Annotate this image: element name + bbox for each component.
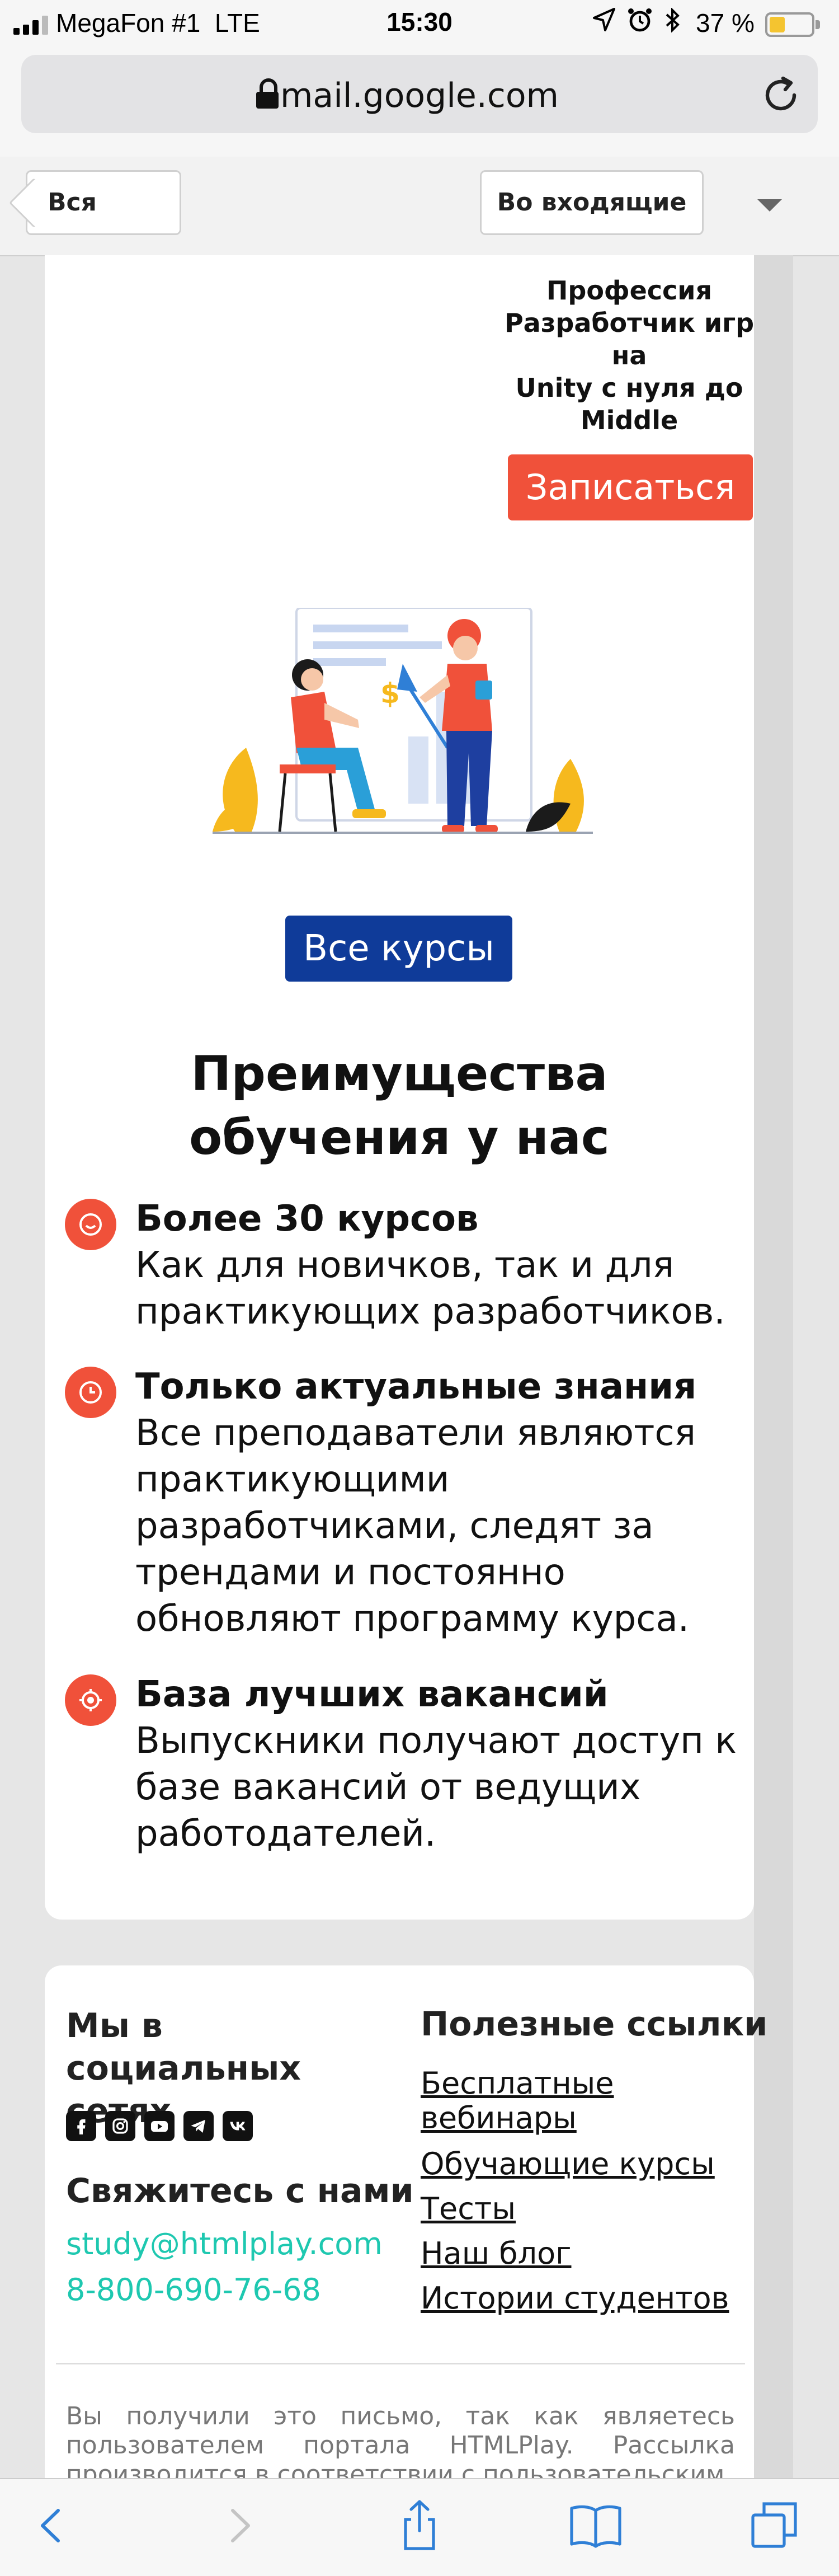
email-scroll-gutter (754, 255, 793, 2479)
benefits-heading: Преимущества обучения у нас (189, 1046, 610, 1166)
location-icon (593, 8, 615, 38)
battery-percent: 37 % (696, 8, 755, 37)
clock-icon (65, 1367, 116, 1418)
social-icons (66, 2111, 279, 2142)
reload-icon[interactable] (758, 73, 803, 118)
move-to-inbox-button[interactable]: Во входящие (480, 170, 704, 235)
benefit-text: Как для новичков, так и для практикующих… (135, 1245, 725, 1332)
useful-links-heading: Полезные ссылки (421, 2005, 768, 2044)
course-title: Профессия Разработчик игр на Unity с нул… (504, 275, 755, 435)
education-illustration: $ (213, 607, 593, 854)
benefit-item: Только актуальные знания Все преподавате… (63, 1363, 734, 1649)
youtube-icon[interactable] (144, 2111, 175, 2141)
contact-email-link[interactable]: study@htmlplay.com (66, 2226, 383, 2261)
target-icon (65, 1674, 116, 1726)
all-courses-button[interactable]: Все курсы (285, 916, 512, 982)
status-bar: MegaFon #1 LTE 15:30 37 % (0, 0, 839, 49)
contact-phone-link[interactable]: 8-800-690-76-68 (66, 2272, 321, 2307)
smile-icon (65, 1199, 116, 1250)
battery-fill (770, 17, 785, 32)
benefit-item: Более 30 курсов Как для новичков, так и … (63, 1195, 734, 1341)
link-courses[interactable]: Обучающие курсы (421, 2147, 734, 2181)
alarm-icon (628, 8, 652, 38)
tabs-icon[interactable] (744, 2495, 805, 2556)
url-text: mail.google.com (280, 76, 559, 115)
benefit-title: База лучших вакансий (135, 1674, 609, 1715)
benefit-text: Выпускники получают доступ к базе ваканс… (135, 1720, 737, 1855)
forward-arrow-icon[interactable] (207, 2495, 268, 2556)
footer-divider (56, 2363, 745, 2364)
bookmarks-icon[interactable] (565, 2495, 626, 2556)
mail-toolbar: Вся по... Во входящие (0, 157, 839, 278)
link-blog[interactable]: Наш блог (421, 2236, 734, 2271)
benefit-title: Более 30 курсов (135, 1198, 479, 1240)
signup-button[interactable]: Записаться (508, 454, 753, 520)
bluetooth-icon (664, 7, 681, 38)
contact-heading: Свяжитесь с нами (66, 2171, 414, 2211)
disclaimer-text: Вы получили это письмо, так как являетес… (66, 2402, 735, 2480)
benefit-item: База лучших вакансий Выпускники получают… (63, 1671, 737, 1861)
telegram-icon[interactable] (183, 2111, 214, 2141)
url-field[interactable]: mail.google.com (21, 55, 818, 133)
browser-bottom-toolbar (0, 2478, 839, 2576)
vk-icon[interactable] (223, 2111, 253, 2141)
link-student-stories[interactable]: Истории студентов (421, 2281, 734, 2316)
facebook-icon[interactable] (66, 2111, 96, 2141)
back-to-list-button[interactable]: Вся по... (26, 170, 181, 278)
back-arrow-icon[interactable] (22, 2495, 84, 2556)
link-free-webinars[interactable]: Бесплатные вебинары (421, 2066, 734, 2136)
browser-address-bar: mail.google.com (0, 49, 839, 157)
link-tests[interactable]: Тесты (421, 2192, 734, 2226)
benefit-title: Только актуальные знания (135, 1366, 697, 1407)
instagram-icon[interactable] (105, 2111, 135, 2141)
battery-icon (765, 12, 820, 37)
share-icon[interactable] (389, 2495, 450, 2556)
caret-down-icon[interactable] (757, 199, 782, 212)
svg-text:$: $ (380, 677, 400, 710)
benefit-text: Все преподаватели являются практикующими… (135, 1413, 696, 1640)
